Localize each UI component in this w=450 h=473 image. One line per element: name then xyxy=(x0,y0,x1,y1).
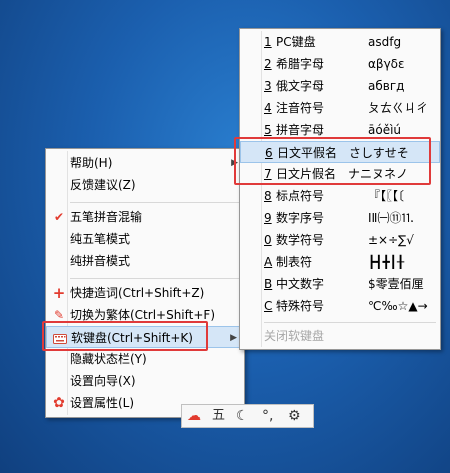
moon-icon[interactable]: ☾ xyxy=(236,407,249,425)
option-sample: αβγδε xyxy=(368,57,405,71)
option-name: 标点符号 xyxy=(276,189,325,203)
ime-context-menu: 帮助(H) ▶ 反馈建议(Z) ✔ 五笔拼音混输 纯五笔模式 纯拼音模式 + 快… xyxy=(45,148,245,418)
menu-item-pure-pinyin[interactable]: 纯拼音模式 xyxy=(46,250,244,272)
option-shortcut: C xyxy=(264,299,273,313)
keyboard-option-chinese-numerals[interactable]: B 中文数字 $零壹佰厘 xyxy=(240,273,440,295)
ime-status-bar: ☁ 五 ☾ °, ⚙ xyxy=(181,404,314,428)
option-name: 特殊符号 xyxy=(276,299,325,313)
option-shortcut: A xyxy=(264,255,273,269)
option-name: 俄文字母 xyxy=(276,79,325,93)
option-shortcut: 4 xyxy=(264,101,272,115)
option-shortcut: 0 xyxy=(264,233,272,247)
keyboard-option-punctuation[interactable]: 8 标点符号 『【〖【〔 xyxy=(240,185,440,207)
option-sample: $零壹佰厘 xyxy=(368,277,424,291)
option-name: 希腊字母 xyxy=(276,57,325,71)
option-shortcut: 9 xyxy=(264,211,272,225)
menu-item-label: 隐藏状态栏(Y) xyxy=(70,352,147,366)
keyboard-option-russian[interactable]: 3 俄文字母 абвгд xyxy=(240,75,440,97)
option-shortcut: 2 xyxy=(264,57,272,71)
punctuation-icon[interactable]: °, xyxy=(262,407,273,425)
menu-item-help[interactable]: 帮助(H) ▶ xyxy=(46,152,244,174)
option-shortcut: 8 xyxy=(264,189,272,203)
menu-separator xyxy=(264,322,436,323)
keyboard-option-greek[interactable]: 2 希腊字母 αβγδε xyxy=(240,53,440,75)
keyboard-option-pc[interactable]: 1 PC键盘 asdfg xyxy=(240,31,440,53)
soft-keyboard-submenu: 1 PC键盘 asdfg 2 希腊字母 αβγδε 3 俄文字母 абвгд 4… xyxy=(239,28,441,350)
menu-item-label: 设置属性(L) xyxy=(70,396,135,410)
menu-item-wubi-pinyin-mixed[interactable]: ✔ 五笔拼音混输 xyxy=(46,206,244,228)
option-sample: 『【〖【〔 xyxy=(368,189,405,203)
option-name: PC键盘 xyxy=(276,35,316,49)
option-name: 数字序号 xyxy=(276,211,325,225)
checkmark-icon: ✔ xyxy=(53,210,65,224)
keyboard-option-zhuyin[interactable]: 4 注音符号 ㄆㄊㄍㄐㄔ xyxy=(240,97,440,119)
menu-separator xyxy=(70,278,240,279)
menu-separator xyxy=(70,202,240,203)
gear-icon: ✿ xyxy=(53,395,65,411)
menu-item-label: 纯五笔模式 xyxy=(70,232,131,246)
menu-item-setup-wizard[interactable]: 设置向导(X) xyxy=(46,370,244,392)
menu-item-label: 快捷造词(Ctrl+Shift+Z) xyxy=(70,286,205,300)
menu-item-label: 纯拼音模式 xyxy=(70,254,131,268)
option-name: 注音符号 xyxy=(276,101,325,115)
option-sample: ㄆㄊㄍㄐㄔ xyxy=(368,101,429,115)
menu-item-hide-statusbar[interactable]: 隐藏状态栏(Y) xyxy=(46,348,244,370)
option-sample: asdfg xyxy=(368,35,402,49)
option-sample: ┣┫╋┃╂ xyxy=(368,255,405,269)
menu-item-quick-word[interactable]: + 快捷造词(Ctrl+Shift+Z) xyxy=(46,282,244,304)
plus-icon: + xyxy=(52,284,66,302)
menu-item-label: 五笔拼音混输 xyxy=(70,210,143,224)
menu-item-feedback[interactable]: 反馈建议(Z) xyxy=(46,174,244,196)
option-sample: ⅠⅡ㈠⑪⒒ xyxy=(368,211,414,225)
option-sample: абвгд xyxy=(368,79,405,93)
menu-item-label: 帮助(H) xyxy=(70,156,113,170)
wubi-icon[interactable]: 五 xyxy=(212,407,225,425)
keyboard-option-number-seq[interactable]: 9 数字序号 ⅠⅡ㈠⑪⒒ xyxy=(240,207,440,229)
menu-item-label: 设置向导(X) xyxy=(70,374,136,388)
menu-item-label: 关闭软键盘 xyxy=(264,329,325,343)
menu-item-label: 反馈建议(Z) xyxy=(70,178,136,192)
option-shortcut: 1 xyxy=(264,35,272,49)
highlight-box-soft-keyboard xyxy=(42,321,208,351)
highlight-box-japanese-options xyxy=(234,137,431,185)
option-shortcut: 3 xyxy=(264,79,272,93)
option-name: 中文数字 xyxy=(276,277,325,291)
keyboard-option-box-drawing[interactable]: A 制表符 ┣┫╋┃╂ xyxy=(240,251,440,273)
submenu-arrow-icon: ▶ xyxy=(230,333,237,343)
gear-icon[interactable]: ⚙ xyxy=(288,407,301,425)
option-name: 数学符号 xyxy=(276,233,325,247)
keyboard-option-math[interactable]: 0 数学符号 ±×÷∑√ xyxy=(240,229,440,251)
menu-item-close-soft-keyboard[interactable]: 关闭软键盘 xyxy=(240,325,440,347)
menu-item-pure-wubi[interactable]: 纯五笔模式 xyxy=(46,228,244,250)
option-name: 制表符 xyxy=(276,255,313,269)
option-shortcut: B xyxy=(264,277,273,291)
option-sample: ℃‰☆▲→ xyxy=(368,299,428,313)
pinyin-logo-icon[interactable]: ☁ xyxy=(187,407,201,425)
option-sample: ±×÷∑√ xyxy=(368,233,414,247)
keyboard-option-special-symbols[interactable]: C 特殊符号 ℃‰☆▲→ xyxy=(240,295,440,317)
